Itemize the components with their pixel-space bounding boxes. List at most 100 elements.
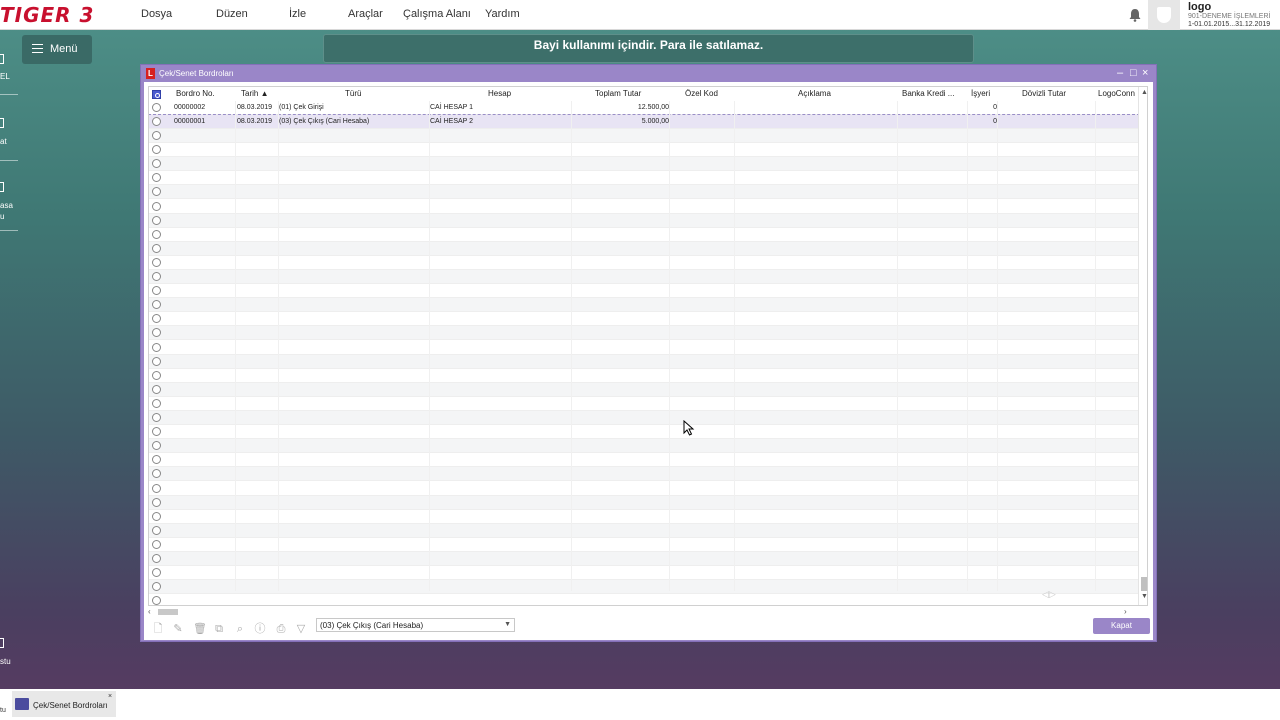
row-select-radio[interactable] xyxy=(152,342,161,352)
row-select-radio[interactable] xyxy=(152,103,161,112)
menu-izle[interactable]: İzle xyxy=(289,8,306,20)
vertical-scrollbar[interactable]: ▲ ▼ xyxy=(1138,87,1147,605)
row-select-radio[interactable] xyxy=(152,243,161,253)
row-select-radio[interactable] xyxy=(152,117,161,126)
empty-table-row[interactable] xyxy=(149,312,1139,327)
empty-table-row[interactable] xyxy=(149,143,1139,158)
row-select-radio[interactable] xyxy=(152,539,161,549)
row-select-radio[interactable] xyxy=(152,582,161,592)
empty-table-row[interactable] xyxy=(149,439,1139,454)
row-select-radio[interactable] xyxy=(152,229,161,239)
col-aciklama[interactable]: Açıklama xyxy=(798,89,831,98)
minimize-icon[interactable]: – xyxy=(1117,67,1123,79)
menu-yardim[interactable]: Yardım xyxy=(485,8,520,20)
empty-table-row[interactable] xyxy=(149,284,1139,299)
row-select-radio[interactable] xyxy=(152,145,161,155)
col-logoconn[interactable]: LogoConn xyxy=(1098,89,1135,98)
chevron-right-icon[interactable]: › xyxy=(1124,607,1127,616)
row-select-radio[interactable] xyxy=(152,215,161,225)
row-select-radio[interactable] xyxy=(152,370,161,380)
shortcut-icon[interactable] xyxy=(0,54,4,64)
row-select-radio[interactable] xyxy=(152,568,161,578)
row-select-radio[interactable] xyxy=(152,173,161,183)
view-icon[interactable]: ⧉ xyxy=(213,623,225,635)
empty-table-row[interactable] xyxy=(149,185,1139,200)
row-select-radio[interactable] xyxy=(152,441,161,451)
empty-table-row[interactable] xyxy=(149,580,1139,595)
empty-table-row[interactable] xyxy=(149,200,1139,214)
row-select-radio[interactable] xyxy=(152,328,161,338)
filter-icon[interactable]: ▽ xyxy=(295,623,307,635)
empty-table-row[interactable] xyxy=(149,411,1139,425)
table-row[interactable]: 00000001 08.03.2019 (03) Çek Çıkış (Cari… xyxy=(149,114,1140,130)
row-select-radio[interactable] xyxy=(152,497,161,507)
row-select-radio[interactable] xyxy=(152,384,161,394)
maximize-icon[interactable]: □ xyxy=(1130,67,1137,79)
empty-table-row[interactable] xyxy=(149,241,1139,256)
print-icon[interactable]: ⎙ xyxy=(275,623,287,635)
new-doc-icon[interactable]: 🗋 xyxy=(152,623,164,635)
row-select-radio[interactable] xyxy=(152,286,161,296)
type-filter-select[interactable]: (03) Çek Çıkış (Cari Hesaba) ▼ xyxy=(316,618,515,632)
empty-table-row[interactable] xyxy=(149,523,1139,538)
empty-table-row[interactable] xyxy=(149,425,1139,440)
col-turu[interactable]: Türü xyxy=(345,89,361,98)
empty-table-row[interactable] xyxy=(149,397,1139,411)
row-select-radio[interactable] xyxy=(152,159,161,169)
taskbar-item[interactable]: Çek/Senet Bordroları × xyxy=(12,691,116,717)
row-select-radio[interactable] xyxy=(152,413,161,422)
row-select-radio[interactable] xyxy=(152,201,161,211)
close-button[interactable]: Kapat xyxy=(1093,618,1150,634)
empty-table-row[interactable] xyxy=(149,552,1139,566)
shortcut-icon[interactable] xyxy=(0,182,4,192)
close-icon[interactable]: × xyxy=(1142,67,1148,79)
delete-icon[interactable]: 🗑 xyxy=(193,623,207,635)
edit-icon[interactable]: ✎ xyxy=(172,623,184,635)
col-toplam-tutar[interactable]: Toplam Tutar xyxy=(595,89,641,98)
empty-table-row[interactable] xyxy=(149,298,1139,313)
empty-table-row[interactable] xyxy=(149,382,1139,397)
empty-table-row[interactable] xyxy=(149,495,1139,510)
side-menu-button[interactable]: Menü xyxy=(22,35,92,64)
col-bordro-no[interactable]: Bordro No. xyxy=(176,89,215,98)
empty-table-row[interactable] xyxy=(149,157,1139,172)
col-tarih[interactable]: Tarih ▲ xyxy=(241,89,269,98)
window-title-bar[interactable]: L Çek/Senet Bordroları – □ × xyxy=(141,65,1156,82)
col-hesap[interactable]: Hesap xyxy=(488,89,511,98)
row-select-radio[interactable] xyxy=(152,554,161,563)
search-icon[interactable]: ⌕ xyxy=(234,623,246,635)
info-icon[interactable]: ⓘ xyxy=(254,623,266,635)
row-select-radio[interactable] xyxy=(152,300,161,310)
empty-table-row[interactable] xyxy=(149,354,1139,369)
row-select-radio[interactable] xyxy=(152,131,161,140)
row-select-radio[interactable] xyxy=(152,398,161,408)
menu-araclar[interactable]: Araçlar xyxy=(348,8,383,20)
row-select-radio[interactable] xyxy=(152,257,161,267)
empty-table-row[interactable] xyxy=(149,270,1139,284)
table-row[interactable]: 00000002 08.03.2019 (01) Çek Girişi CAİ … xyxy=(149,101,1139,115)
shortcut-icon[interactable] xyxy=(0,118,4,128)
close-icon[interactable]: × xyxy=(108,693,112,700)
empty-table-row[interactable] xyxy=(149,566,1139,581)
menu-calisma-alani[interactable]: Çalışma Alanı xyxy=(403,8,471,20)
empty-table-row[interactable] xyxy=(149,369,1139,383)
empty-table-row[interactable] xyxy=(149,228,1139,242)
empty-table-row[interactable] xyxy=(149,467,1139,482)
row-select-radio[interactable] xyxy=(152,525,161,535)
chevron-left-icon[interactable]: ‹ xyxy=(148,607,151,616)
empty-table-row[interactable] xyxy=(149,129,1139,143)
horizontal-scrollbar[interactable]: ‹ › xyxy=(148,607,1133,617)
empty-table-row[interactable] xyxy=(149,213,1139,228)
select-all-checkbox[interactable] xyxy=(152,90,161,99)
empty-table-row[interactable] xyxy=(149,326,1139,341)
col-banka-kredi[interactable]: Banka Kredi ... xyxy=(902,89,954,98)
col-ozel-kod[interactable]: Özel Kod xyxy=(685,89,718,98)
row-select-radio[interactable] xyxy=(152,511,161,521)
empty-table-row[interactable] xyxy=(149,171,1139,186)
bell-icon[interactable] xyxy=(1128,8,1142,22)
shortcut-icon[interactable] xyxy=(0,638,4,648)
row-select-radio[interactable] xyxy=(152,596,161,605)
col-dovizli-tutar[interactable]: Dövizli Tutar xyxy=(1022,89,1066,98)
row-select-radio[interactable] xyxy=(152,427,161,437)
record-nav-arrows[interactable]: ◁▷ xyxy=(1042,589,1056,600)
